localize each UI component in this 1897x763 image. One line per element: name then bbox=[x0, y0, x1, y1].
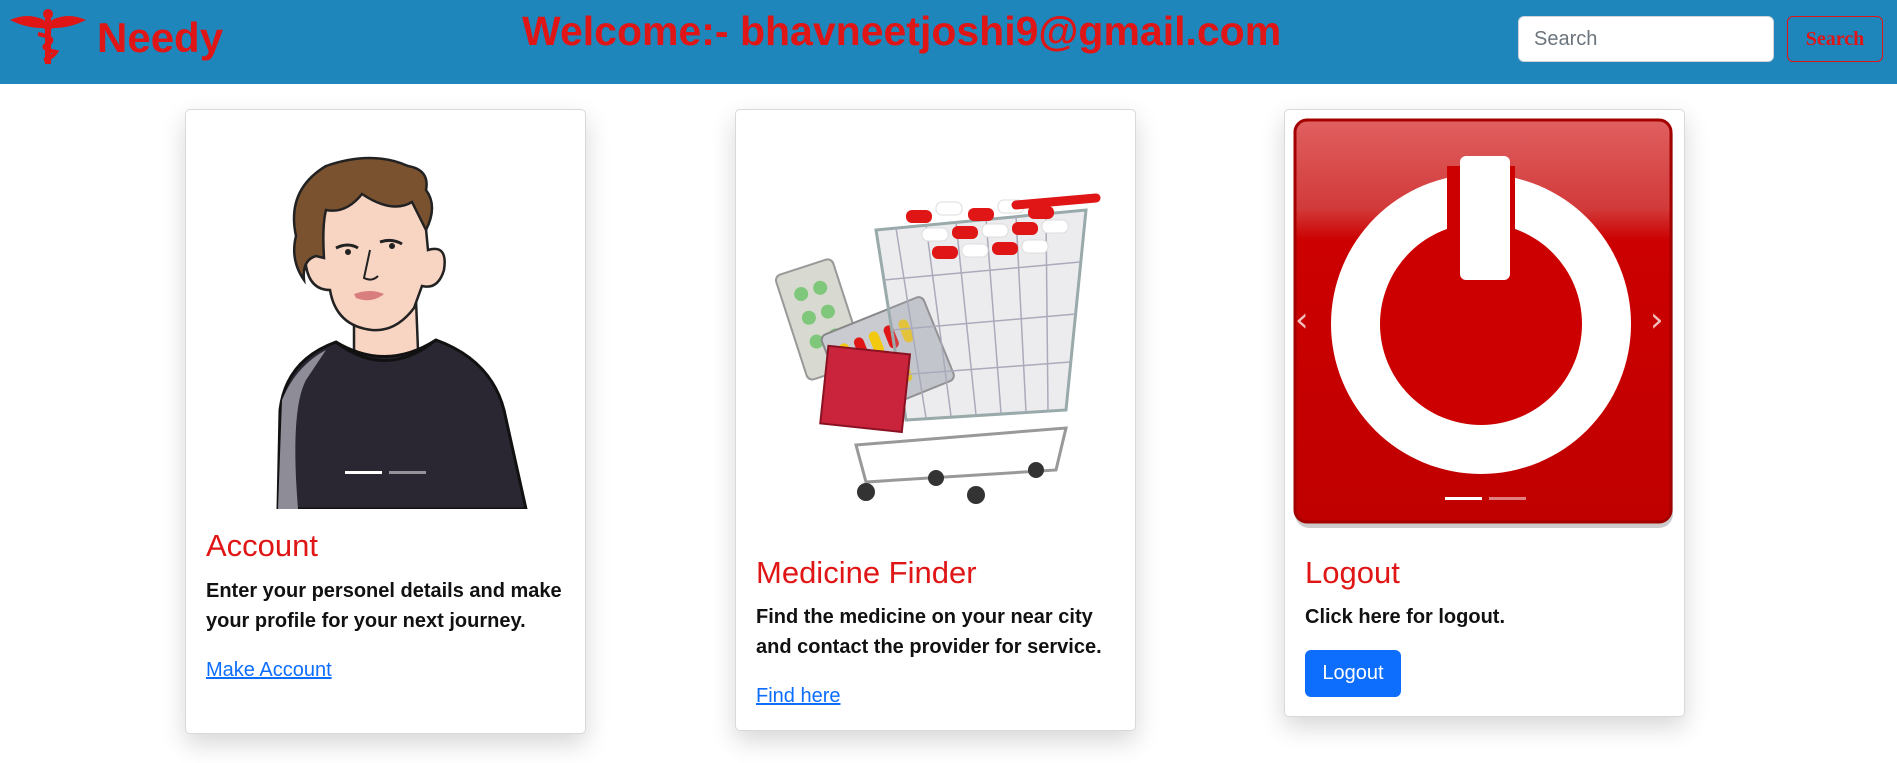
chevron-right-icon[interactable]: › bbox=[1650, 303, 1664, 337]
card-title: Account bbox=[206, 528, 319, 563]
logout-carousel: ‹ › bbox=[1285, 110, 1684, 530]
carousel-indicator[interactable] bbox=[389, 471, 426, 474]
card-text: Enter your personel details and make you… bbox=[206, 580, 562, 632]
person-illustration bbox=[276, 156, 528, 509]
find-here-link[interactable]: Find here bbox=[756, 685, 841, 708]
medicine-image bbox=[736, 110, 1135, 530]
card-text: Find the medicine on your near city and … bbox=[756, 606, 1102, 658]
power-icon bbox=[1293, 118, 1673, 528]
navbar: Needy Welcome:- bhavneetjoshi9@gmail.com… bbox=[0, 0, 1897, 84]
caduceus-logo-icon[interactable] bbox=[8, 8, 88, 64]
carousel-indicator-active[interactable] bbox=[345, 471, 382, 474]
brand-name[interactable]: Needy bbox=[97, 14, 223, 62]
search-input[interactable] bbox=[1518, 16, 1774, 62]
carousel-indicator[interactable] bbox=[1489, 497, 1526, 500]
medicine-finder-card: Medicine Finder Find the medicine on you… bbox=[735, 109, 1136, 731]
account-card: Account Enter your personel details and … bbox=[185, 109, 586, 734]
chevron-left-icon[interactable]: ‹ bbox=[1295, 303, 1309, 337]
logout-button[interactable]: Logout bbox=[1305, 650, 1401, 697]
card-text: Click here for logout. bbox=[1305, 606, 1506, 628]
card-title: Medicine Finder bbox=[756, 555, 977, 590]
carousel-indicator-active[interactable] bbox=[1445, 497, 1482, 500]
welcome-message: Welcome:- bhavneetjoshi9@gmail.com bbox=[522, 8, 1282, 54]
account-carousel bbox=[186, 110, 585, 509]
card-title: Logout bbox=[1305, 555, 1400, 590]
medicine-cart-icon bbox=[774, 193, 1101, 504]
make-account-link[interactable]: Make Account bbox=[206, 659, 332, 682]
search-button[interactable]: Search bbox=[1787, 16, 1883, 62]
logout-card: ‹ › Logout Click here for logout. Logout bbox=[1284, 109, 1685, 717]
